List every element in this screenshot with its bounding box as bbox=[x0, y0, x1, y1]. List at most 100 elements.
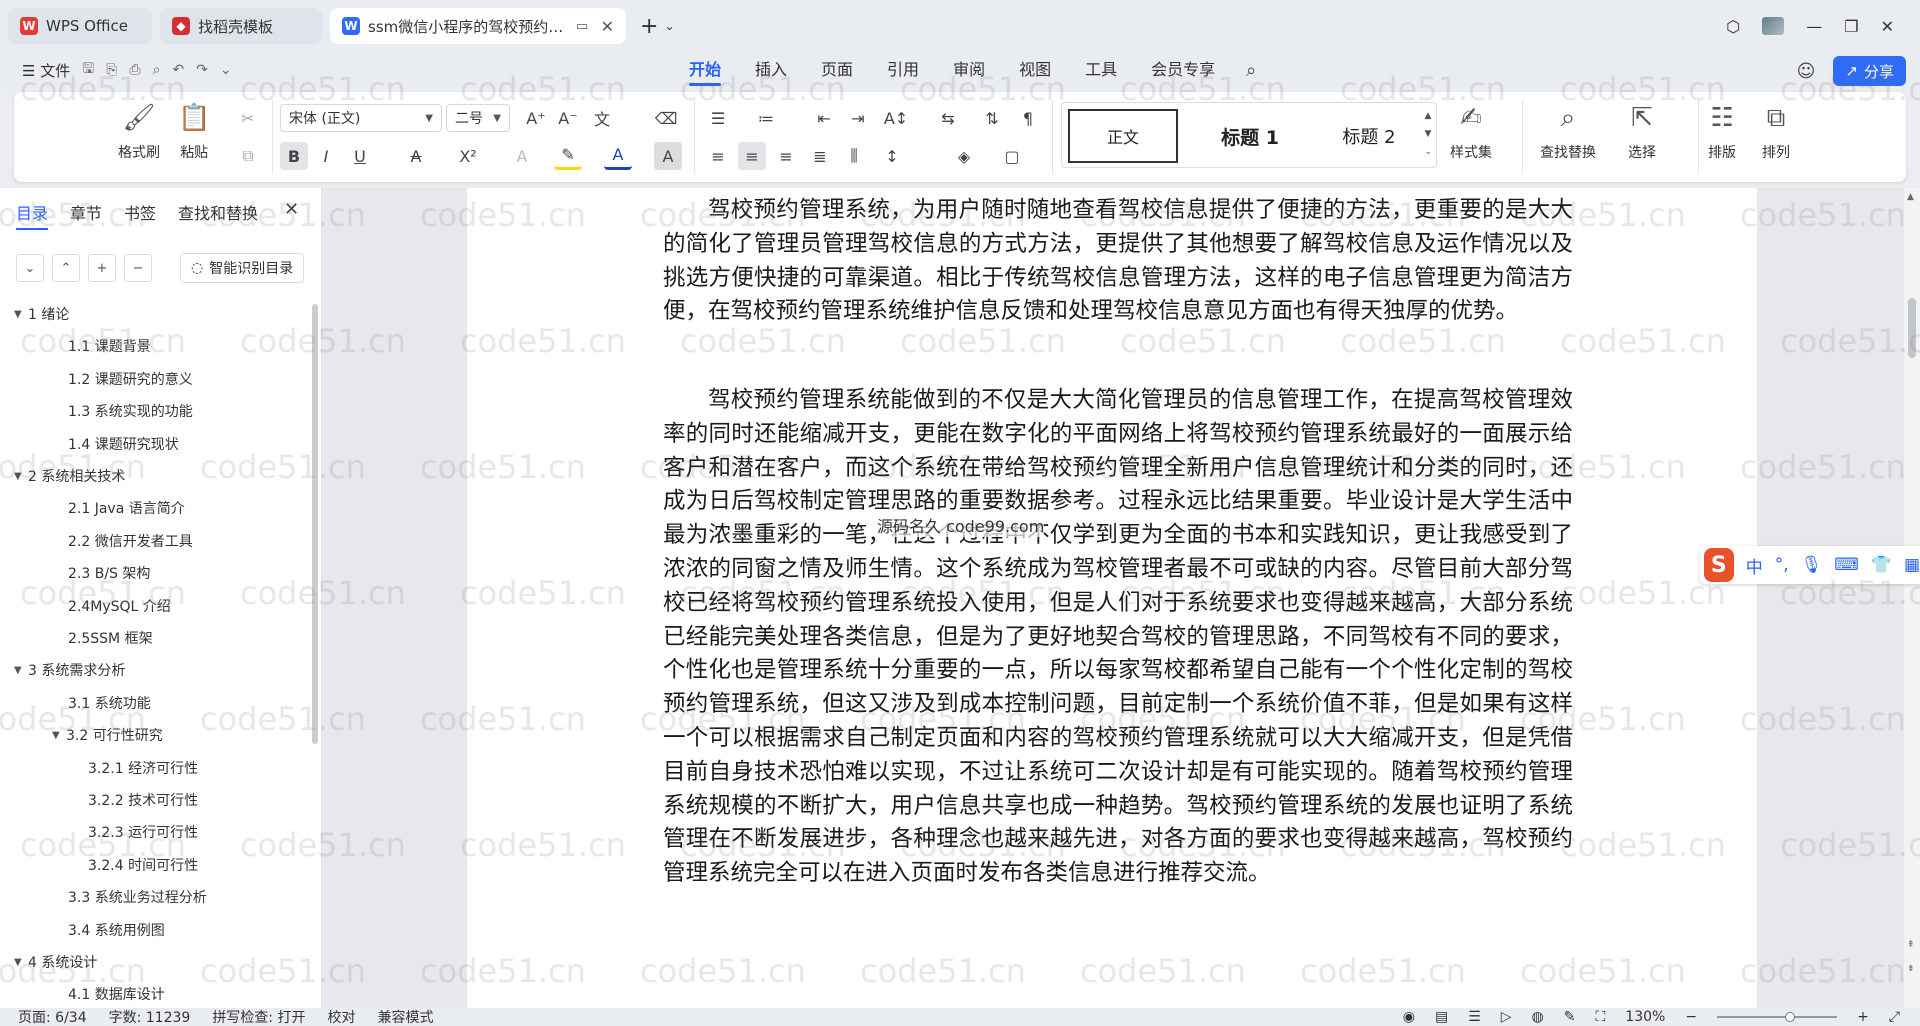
font-name-select[interactable]: 宋体 (正文) ▼ bbox=[280, 104, 442, 132]
copy-icon[interactable]: ⧉ bbox=[234, 142, 262, 170]
toc-item[interactable]: 1.1 课题背景 bbox=[68, 336, 151, 356]
zoom-slider-thumb[interactable] bbox=[1785, 1012, 1796, 1022]
tab-document[interactable]: W ssm微信小程序的驾校预约管理系统 ▭ ✕ bbox=[330, 8, 626, 44]
collapse-icon[interactable]: ⌄ bbox=[16, 254, 44, 282]
nav-tab-bookmarks[interactable]: 书签 bbox=[124, 200, 156, 230]
toc-item[interactable]: ▼ 1 绪论 bbox=[14, 304, 69, 324]
document-page[interactable]: 驾校预约管理系统，为用户随时随地查看驾校信息提供了便捷的方法，更重要的是大大的简… bbox=[467, 188, 1757, 1008]
layout-button[interactable]: ☷ 排版 bbox=[1708, 100, 1736, 162]
strikethrough-icon[interactable]: A bbox=[402, 142, 430, 170]
border-icon[interactable]: ▢ bbox=[998, 142, 1026, 170]
bullet-list-icon[interactable]: ☰ bbox=[704, 104, 732, 132]
keyboard-icon[interactable]: ⌨ bbox=[1834, 555, 1859, 575]
toc-item[interactable]: 3.3 系统业务过程分析 bbox=[68, 887, 207, 907]
eye-icon[interactable]: ◉ bbox=[1403, 1009, 1415, 1025]
smart-toc-button[interactable]: ◌ 智能识别目录 bbox=[180, 253, 305, 283]
style-heading-1[interactable]: 标题 1 bbox=[1190, 109, 1310, 163]
zoom-out-icon[interactable]: − bbox=[1685, 1009, 1697, 1025]
expand-icon[interactable]: ⌃ bbox=[52, 254, 80, 282]
file-menu[interactable]: ☰ 文件 bbox=[22, 60, 70, 81]
quick-access-chevron-icon[interactable]: ⌄ bbox=[220, 62, 232, 78]
skin-icon[interactable]: 👕 bbox=[1871, 555, 1892, 575]
toc-item[interactable]: 2.4MySQL 介绍 bbox=[68, 596, 171, 616]
toc-item[interactable]: 1.2 课题研究的意义 bbox=[68, 369, 193, 389]
shading-icon[interactable]: ◈ bbox=[950, 142, 978, 170]
play-icon[interactable]: ▷ bbox=[1501, 1009, 1512, 1025]
export-pdf-icon[interactable]: ⎘ bbox=[106, 62, 117, 78]
toc-item[interactable]: 3.2.1 经济可行性 bbox=[88, 758, 198, 778]
minimize-icon[interactable]: — bbox=[1806, 17, 1822, 36]
toc-item[interactable]: ▼ 3 系统需求分析 bbox=[14, 660, 125, 680]
avatar[interactable] bbox=[1762, 17, 1785, 35]
tab-review[interactable]: 审阅 bbox=[936, 52, 1002, 88]
format-painter-button[interactable]: 🖌 格式刷 bbox=[118, 100, 160, 162]
toc-item[interactable]: ▼ 2 系统相关技术 bbox=[14, 466, 125, 486]
gallery-scroll-icon[interactable]: ▲ ▼ ⌄ bbox=[1424, 107, 1432, 161]
underline-icon[interactable]: U bbox=[346, 142, 374, 170]
expand-arrow-icon[interactable]: ▼ bbox=[52, 730, 66, 741]
punctuation-icon[interactable]: °, bbox=[1775, 555, 1789, 575]
superscript-icon[interactable]: X² bbox=[454, 142, 482, 170]
outline-view-icon[interactable]: ☰ bbox=[1468, 1009, 1481, 1025]
toc-item[interactable]: ▼ 4 系统设计 bbox=[14, 952, 97, 972]
microphone-icon[interactable]: 🎙 bbox=[1801, 555, 1823, 575]
select-button[interactable]: ⇱ 选择 bbox=[1628, 100, 1656, 162]
toc-item[interactable]: 3.1 系统功能 bbox=[68, 693, 151, 713]
tab-close-icon[interactable]: ✕ bbox=[601, 17, 614, 36]
paragraph[interactable]: 驾校预约管理系统，为用户随时随地查看驾校信息提供了便捷的方法，更重要的是大大的简… bbox=[663, 194, 1573, 329]
style-normal[interactable]: 正文 bbox=[1068, 109, 1178, 163]
font-color-icon[interactable]: A bbox=[604, 142, 632, 170]
undo-icon[interactable]: ↶ bbox=[172, 62, 184, 78]
close-icon[interactable]: ✕ bbox=[284, 199, 299, 220]
toc-item[interactable]: 3.4 系统用例图 bbox=[68, 920, 165, 940]
tab-list-chevron-icon[interactable]: ⌄ bbox=[664, 19, 674, 33]
add-heading-icon[interactable]: + bbox=[88, 254, 116, 282]
share-button[interactable]: ↗ 分享 bbox=[1833, 56, 1906, 86]
style-set-button[interactable]: ✍ 样式集 bbox=[1450, 100, 1492, 162]
tab-view[interactable]: 视图 bbox=[1002, 52, 1068, 88]
style-heading-2[interactable]: 标题 2 bbox=[1314, 109, 1424, 163]
paragraph[interactable]: 驾校预约管理系统能做到的不仅是大大简化管理员的信息管理工作，在提高驾校管理效率的… bbox=[663, 384, 1573, 891]
expand-arrow-icon[interactable]: ▼ bbox=[14, 957, 28, 968]
save-icon[interactable]: 🖫 bbox=[82, 58, 94, 82]
fullscreen-icon[interactable]: ⤢ bbox=[1889, 1009, 1900, 1025]
sogou-logo-icon[interactable]: S bbox=[1704, 548, 1734, 582]
sort-icon[interactable]: ⇅ bbox=[978, 104, 1006, 132]
scroll-thumb[interactable] bbox=[1908, 298, 1916, 358]
text-effect-icon[interactable]: A bbox=[508, 142, 536, 170]
distributed-icon[interactable]: ⫼ bbox=[840, 142, 868, 170]
spell-check[interactable]: 拼写检查: 打开 bbox=[212, 1007, 305, 1026]
nav-scrollbar[interactable] bbox=[312, 304, 318, 744]
print-icon[interactable]: ⎙ bbox=[129, 62, 140, 78]
close-window-icon[interactable]: ✕ bbox=[1881, 17, 1894, 36]
tab-float-icon[interactable]: ▭ bbox=[576, 19, 588, 34]
char-shading-icon[interactable]: A bbox=[654, 142, 682, 170]
tab-wps-home[interactable]: W WPS Office bbox=[8, 8, 152, 44]
scroll-up-icon[interactable]: ▲ bbox=[1907, 192, 1914, 202]
word-count[interactable]: 字数: 11239 bbox=[109, 1007, 191, 1026]
font-size-select[interactable]: 二号 ▼ bbox=[446, 104, 510, 132]
phonetic-icon[interactable]: 文 bbox=[588, 104, 616, 132]
new-tab-icon[interactable]: + bbox=[640, 14, 658, 39]
numbered-list-icon[interactable]: ≔ bbox=[752, 104, 780, 132]
pen-icon[interactable]: ✎ bbox=[1564, 1009, 1576, 1025]
print-preview-icon[interactable]: ⌕ bbox=[153, 62, 161, 78]
align-center-icon[interactable]: ≡ bbox=[738, 142, 766, 170]
nav-tab-toc[interactable]: 目录 bbox=[16, 200, 49, 230]
zoom-slider[interactable] bbox=[1717, 1012, 1838, 1022]
expand-arrow-icon[interactable]: ▼ bbox=[14, 665, 28, 676]
restore-icon[interactable]: ❐ bbox=[1844, 17, 1858, 36]
justify-icon[interactable]: ≣ bbox=[806, 142, 834, 170]
align-right-icon[interactable]: ≡ bbox=[772, 142, 800, 170]
arrange-button[interactable]: ⧉ 排列 bbox=[1762, 100, 1790, 162]
text-direction-icon[interactable]: A↕ bbox=[882, 104, 910, 132]
prev-page-icon[interactable]: ⇞ bbox=[1907, 940, 1915, 950]
clear-format-icon[interactable]: ⌫ bbox=[652, 104, 680, 132]
page-indicator[interactable]: 页面: 6/34 bbox=[18, 1007, 87, 1026]
toc-item[interactable]: 2.5SSM 框架 bbox=[68, 628, 153, 648]
shrink-font-icon[interactable]: A⁻ bbox=[554, 104, 582, 132]
search-icon[interactable]: ⌕ bbox=[1246, 60, 1256, 81]
toc-item[interactable]: 1.3 系统实现的功能 bbox=[68, 401, 193, 421]
toc-item[interactable]: 4.1 数据库设计 bbox=[68, 984, 165, 1004]
tab-references[interactable]: 引用 bbox=[870, 52, 936, 88]
